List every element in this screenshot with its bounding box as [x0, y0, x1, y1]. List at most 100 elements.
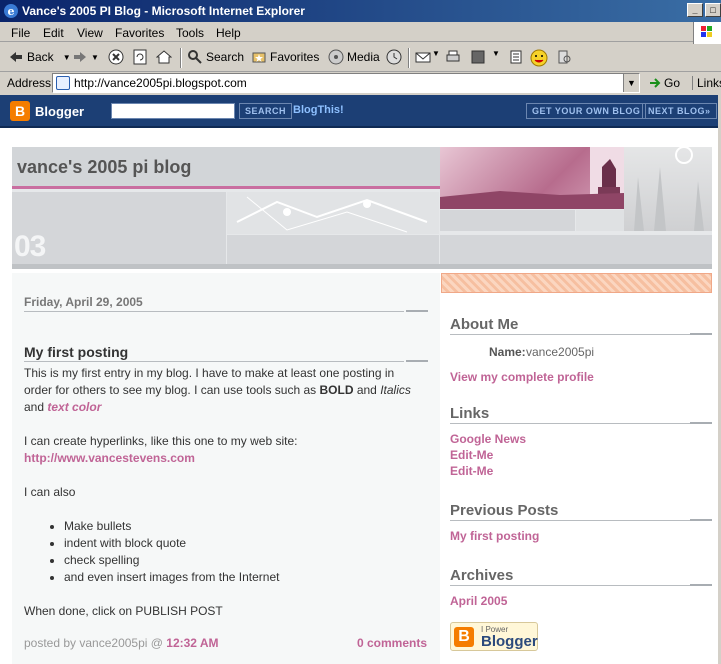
ie-logo-icon: e — [4, 4, 18, 18]
header-park-photo — [624, 146, 712, 231]
links-heading: Links — [450, 405, 490, 422]
comments-link[interactable]: 0 comments — [357, 636, 427, 650]
previous-posts-heading: Previous Posts — [450, 502, 559, 519]
go-arrow-icon — [650, 78, 661, 88]
forward-dropdown-icon[interactable]: ▼ — [91, 53, 99, 62]
address-label: Address — [7, 76, 52, 90]
address-dropdown-icon[interactable]: ▼ — [623, 74, 639, 92]
back-arrow-icon — [10, 52, 22, 62]
mail-icon[interactable] — [415, 49, 431, 65]
standard-toolbar: Back ▼ ▼ Search Favorites Media ▼ ▼ — [0, 44, 721, 72]
window-title: Vance's 2005 PI Blog - Microsoft Interne… — [22, 4, 305, 18]
get-own-blog-button[interactable]: GET YOUR OWN BLOG — [526, 103, 647, 119]
blogger-badge-icon: B — [454, 627, 474, 647]
post-bullet-list: Make bullets indent with block quote che… — [64, 518, 424, 586]
list-item: and even insert images from the Internet — [64, 569, 424, 586]
menu-tools[interactable]: Tools — [176, 26, 204, 40]
previous-post-link[interactable]: My first posting — [450, 529, 539, 543]
search-label: Search — [206, 50, 245, 64]
menu-bar: File Edit View Favorites Tools Help — [0, 22, 721, 44]
next-blog-button[interactable]: NEXT BLOG» — [642, 103, 717, 119]
menu-file[interactable]: File — [11, 26, 30, 40]
header-number: 03 — [14, 230, 46, 263]
discuss-icon[interactable] — [508, 49, 524, 65]
media-label: Media — [347, 50, 380, 64]
forward-button[interactable]: ▼ — [72, 49, 99, 65]
post-title[interactable]: My first posting — [24, 344, 128, 360]
address-field[interactable]: http://vance2005pi.blogspot.com ▼ — [52, 73, 640, 93]
colored-text: text color — [47, 400, 102, 414]
go-label: Go — [664, 76, 681, 90]
links-toolbar[interactable]: Links — [692, 76, 721, 90]
post-body: This is my first entry in my blog. I hav… — [24, 365, 424, 637]
refresh-icon[interactable] — [132, 49, 148, 65]
badge-big-text: Blogger — [481, 633, 538, 650]
link-edit-me-2[interactable]: Edit-Me — [450, 464, 493, 478]
blogger-b-icon: B — [10, 101, 30, 121]
go-button[interactable]: Go — [648, 76, 680, 90]
browser-window: e Vance's 2005 PI Blog - Microsoft Inter… — [0, 0, 721, 664]
post-footer: posted by vance2005pi @ 12:32 AM 0 comme… — [24, 636, 427, 650]
maximize-button[interactable]: □ — [705, 3, 721, 17]
list-item: indent with block quote — [64, 535, 424, 552]
edit-icon[interactable] — [470, 49, 486, 65]
name-value: vance2005pi — [526, 345, 595, 359]
name-label: Name: — [489, 345, 526, 359]
back-button[interactable]: Back ▼ — [8, 49, 71, 65]
menu-view[interactable]: View — [77, 26, 103, 40]
posted-by: posted by vance2005pi @ — [24, 636, 167, 650]
navbar-search-button[interactable]: SEARCH — [239, 103, 293, 119]
blogger-logo[interactable]: B Blogger — [10, 101, 84, 121]
view-profile-link[interactable]: View my complete profile — [450, 370, 594, 384]
archives-heading: Archives — [450, 567, 514, 584]
powered-by-blogger-badge[interactable]: B I Power Blogger — [450, 622, 538, 651]
messenger-smiley-icon[interactable] — [530, 49, 548, 67]
minimize-button[interactable]: _ — [687, 3, 703, 17]
favorites-button[interactable]: Favorites — [251, 49, 319, 65]
archive-link[interactable]: April 2005 — [450, 594, 507, 608]
title-bar: e Vance's 2005 PI Blog - Microsoft Inter… — [0, 0, 721, 22]
header-map-graphic — [236, 196, 428, 233]
print-icon[interactable] — [445, 49, 461, 65]
sidebar-top-strip — [441, 273, 712, 293]
post-paragraph-3: I can also — [24, 485, 76, 499]
address-url[interactable]: http://vance2005pi.blogspot.com — [74, 76, 247, 90]
menu-favorites[interactable]: Favorites — [115, 26, 164, 40]
blogger-brand: Blogger — [35, 103, 85, 119]
menu-help[interactable]: Help — [216, 26, 241, 40]
link-edit-me-1[interactable]: Edit-Me — [450, 448, 493, 462]
blog-title[interactable]: vance's 2005 pi blog — [17, 157, 191, 178]
windows-flag-icon — [693, 22, 721, 44]
home-icon[interactable] — [156, 49, 172, 65]
stop-icon[interactable] — [108, 49, 124, 65]
media-button[interactable]: Media — [328, 49, 380, 65]
blog-header: vance's 2005 pi blog 03 — [12, 146, 712, 269]
forward-arrow-icon — [74, 52, 86, 62]
search-button[interactable]: Search — [187, 49, 244, 65]
header-title-box: vance's 2005 pi blog — [12, 147, 440, 189]
edit-dropdown-icon[interactable]: ▼ — [492, 49, 500, 58]
about-me-heading: About Me — [450, 316, 519, 333]
research-icon[interactable] — [556, 49, 572, 65]
favorites-icon — [252, 52, 266, 63]
list-item: check spelling — [64, 552, 424, 569]
menu-edit[interactable]: Edit — [43, 26, 64, 40]
back-label: Back — [27, 50, 54, 64]
search-icon — [188, 50, 202, 64]
list-item: Make bullets — [64, 518, 424, 535]
page-icon — [56, 76, 70, 90]
website-link[interactable]: http://www.vancestevens.com — [24, 451, 195, 465]
blogthis-link[interactable]: BlogThis! — [293, 104, 344, 116]
post-time-link[interactable]: 12:32 AM — [166, 636, 218, 650]
address-bar: Address http://vance2005pi.blogspot.com … — [0, 72, 721, 94]
back-dropdown-icon[interactable]: ▼ — [63, 53, 71, 62]
history-icon[interactable] — [386, 49, 402, 65]
navbar-search-input[interactable] — [111, 103, 235, 119]
link-google-news[interactable]: Google News — [450, 432, 526, 446]
mail-dropdown-icon[interactable]: ▼ — [432, 49, 440, 58]
header-statue-photo — [440, 147, 624, 209]
page-viewport: B Blogger SEARCH BlogThis! GET YOUR OWN … — [0, 95, 721, 664]
post-date: Friday, April 29, 2005 — [24, 295, 143, 309]
post-paragraph-1: This is my first entry in my blog. I hav… — [24, 366, 411, 414]
blogger-navbar: B Blogger SEARCH BlogThis! GET YOUR OWN … — [0, 95, 721, 128]
